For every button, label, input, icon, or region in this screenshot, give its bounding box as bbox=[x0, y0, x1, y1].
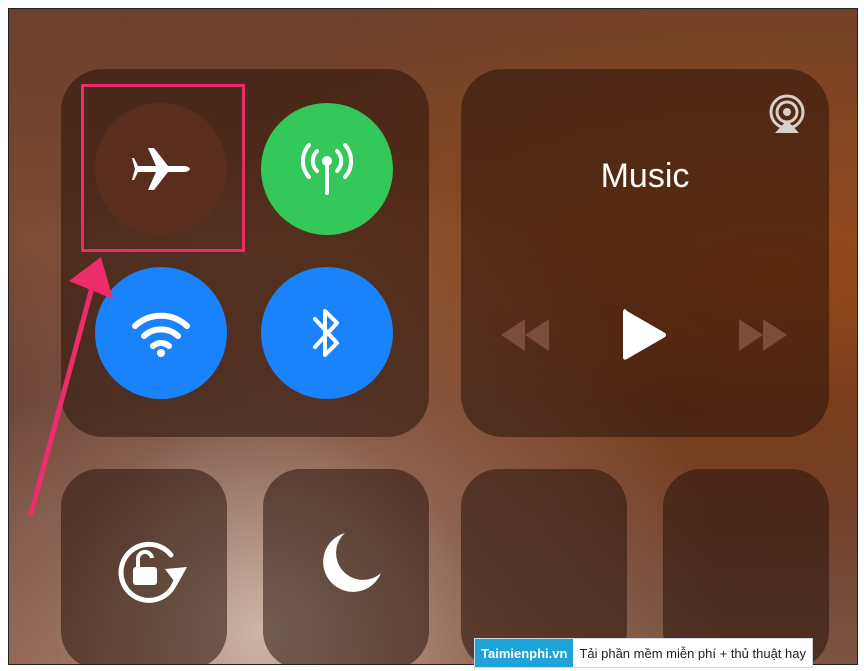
control-center-screen: Music bbox=[8, 8, 858, 665]
annotation-arrow bbox=[28, 257, 113, 517]
watermark-tagline: Tải phần mềm miễn phí + thủ thuật hay bbox=[579, 645, 806, 661]
watermark: Taimienphi.vn Tải phần mềm miễn phí + th… bbox=[474, 638, 813, 668]
watermark-brand: Taimienphi.vn bbox=[475, 639, 574, 667]
